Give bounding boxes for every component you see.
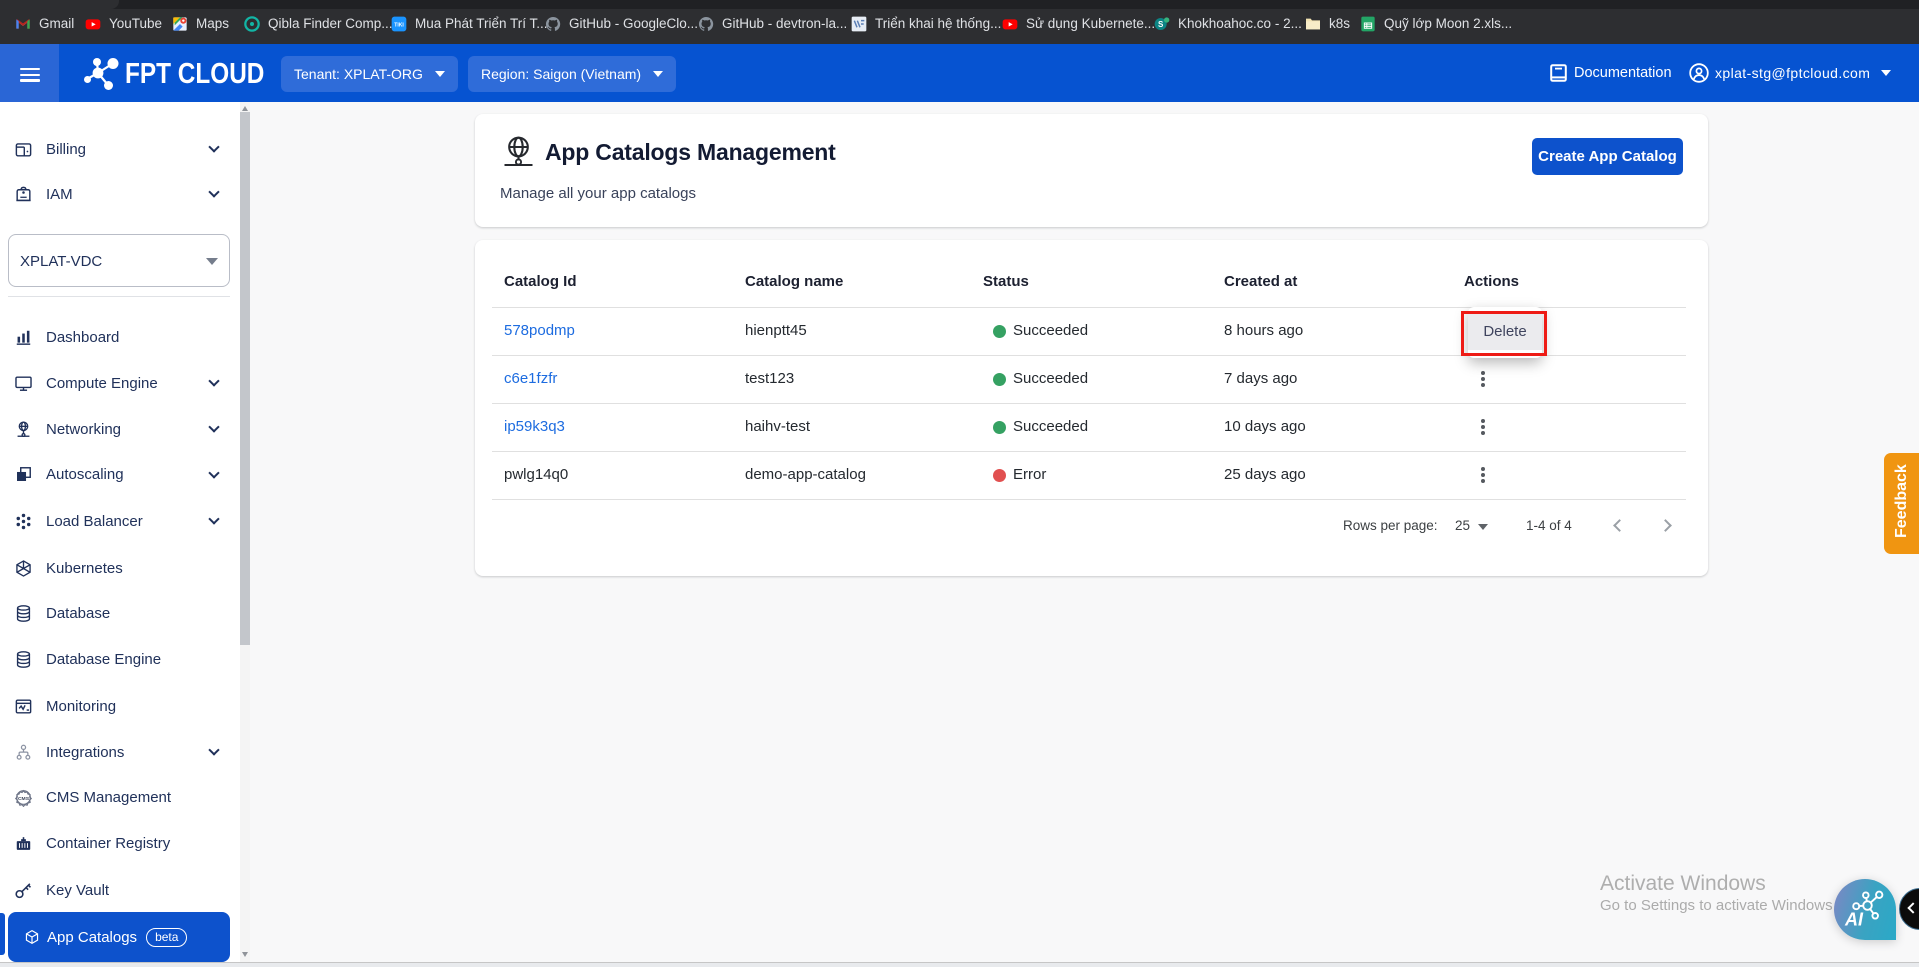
svg-text:CMS: CMS xyxy=(18,796,30,802)
svg-text:S: S xyxy=(1158,20,1164,29)
svg-text:AI: AI xyxy=(1844,910,1864,930)
svg-text:TIKI: TIKI xyxy=(394,22,404,28)
